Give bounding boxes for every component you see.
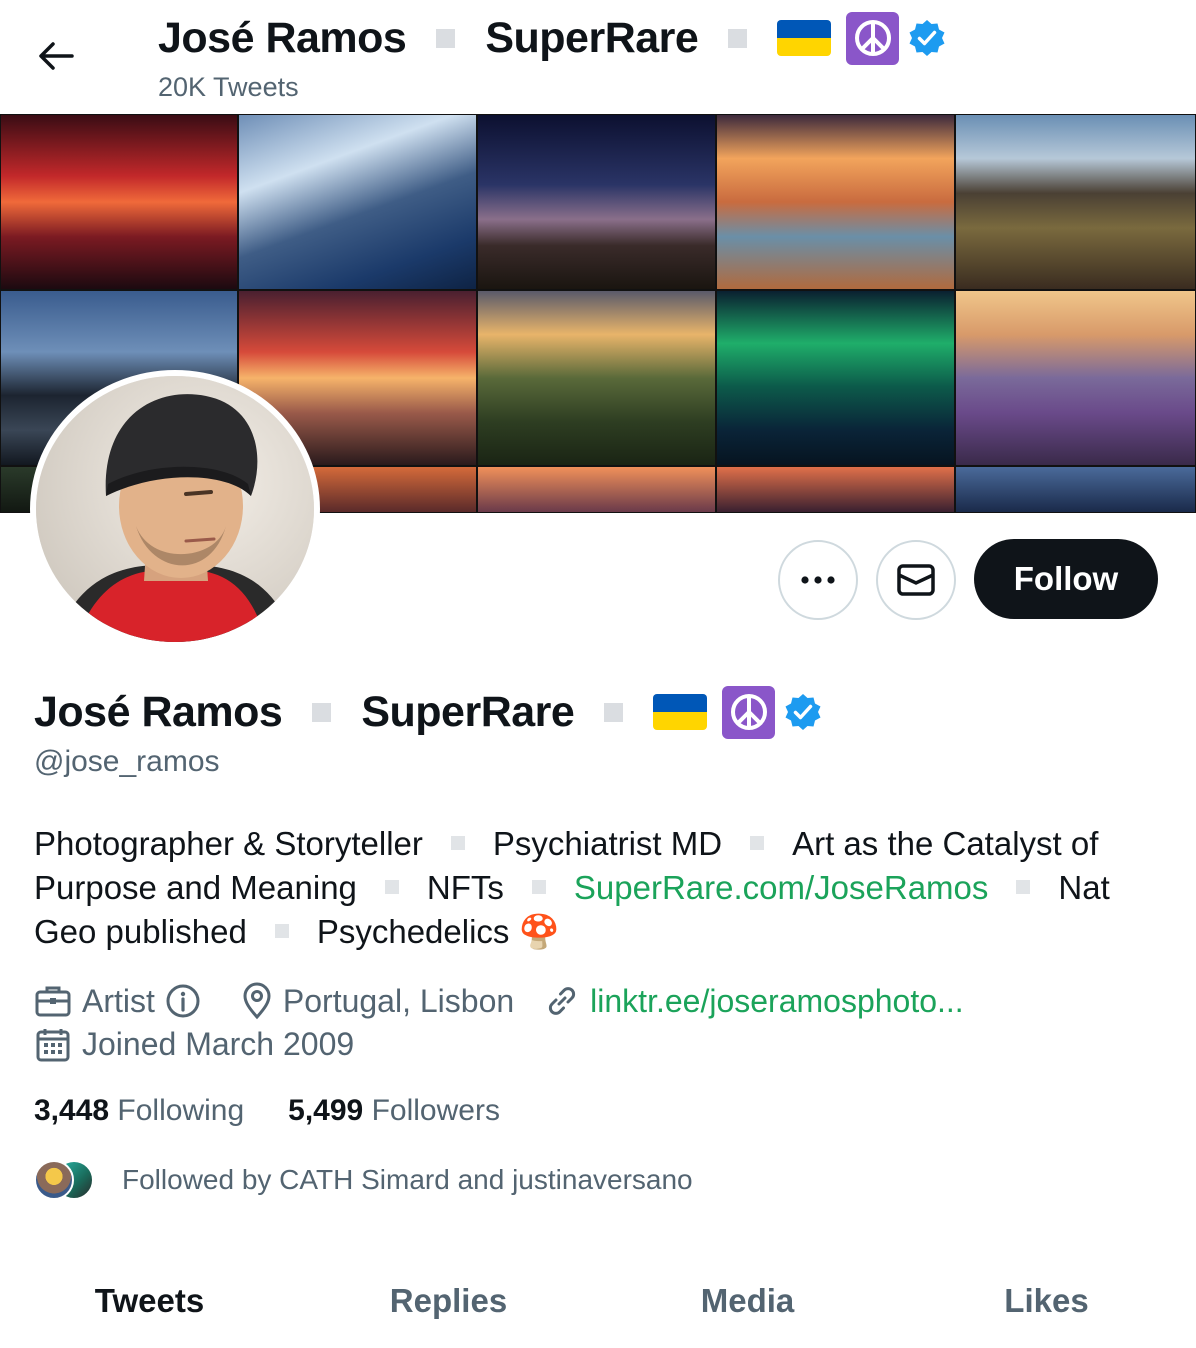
follower-avatars bbox=[34, 1160, 98, 1200]
back-arrow-icon bbox=[39, 42, 74, 70]
peace-icon bbox=[722, 685, 776, 739]
verified-badge-icon[interactable] bbox=[907, 18, 947, 58]
header-display-name: José Ramos SuperRare bbox=[158, 10, 947, 66]
following-count: 3,448 bbox=[34, 1094, 110, 1127]
separator-square bbox=[436, 28, 456, 48]
peace-icon bbox=[846, 11, 900, 65]
category-label: Artist bbox=[82, 982, 155, 1019]
profile-tabs: Tweets Replies Media Likes bbox=[0, 1260, 1196, 1348]
banner-photo-tile bbox=[955, 290, 1196, 466]
separator-square bbox=[531, 880, 546, 895]
followed-by-text: Followed by CATH Simard and justinaversa… bbox=[122, 1164, 693, 1195]
separator-square bbox=[450, 836, 465, 851]
join-date: Joined March 2009 bbox=[34, 1026, 354, 1063]
tab-tweets[interactable]: Tweets bbox=[0, 1260, 299, 1348]
ukraine-flag-icon bbox=[777, 20, 832, 56]
header-name-part2: SuperRare bbox=[485, 13, 699, 62]
message-button[interactable] bbox=[876, 540, 956, 620]
following-link[interactable]: 3,448 Following bbox=[34, 1094, 244, 1128]
banner-photo-tile bbox=[238, 114, 477, 290]
followers-label: Followers bbox=[371, 1094, 500, 1127]
followed-by-row[interactable]: Followed by CATH Simard and justinaversa… bbox=[34, 1160, 693, 1200]
message-icon bbox=[897, 564, 935, 596]
avatar bbox=[34, 1160, 74, 1200]
banner-photo-tile bbox=[716, 466, 955, 513]
info-icon[interactable] bbox=[165, 983, 201, 1019]
link-icon bbox=[549, 987, 576, 1015]
tweet-count: 20K Tweets bbox=[158, 72, 299, 102]
mushroom-emoji: 🍄 bbox=[518, 913, 560, 950]
bio-text: Psychedelics bbox=[316, 913, 510, 950]
professional-category: Artist bbox=[34, 983, 211, 1020]
location: Portugal, Lisbon bbox=[241, 982, 514, 1020]
briefcase-icon bbox=[35, 986, 71, 1017]
location-icon bbox=[243, 982, 271, 1020]
banner-photo-tile bbox=[716, 290, 955, 466]
more-options-button[interactable] bbox=[778, 540, 858, 620]
banner-photo-tile bbox=[477, 114, 716, 290]
banner-photo-tile bbox=[955, 466, 1196, 513]
separator-square bbox=[274, 924, 289, 939]
following-label: Following bbox=[117, 1094, 245, 1127]
tab-replies[interactable]: Replies bbox=[299, 1260, 598, 1348]
followers-count: 5,499 bbox=[288, 1094, 364, 1127]
calendar-icon bbox=[36, 1028, 70, 1061]
bio-text: Photographer & Storyteller bbox=[34, 825, 423, 862]
banner-photo-tile bbox=[0, 114, 238, 290]
followers-link[interactable]: 5,499 Followers bbox=[288, 1094, 500, 1128]
banner-photo-tile bbox=[477, 466, 716, 513]
website-link[interactable]: linktr.ee/joseramosphoto... bbox=[590, 983, 964, 1020]
joined-label: Joined March 2009 bbox=[82, 1026, 355, 1062]
profile-display-name: José Ramos SuperRare bbox=[34, 683, 823, 741]
more-icon bbox=[801, 576, 835, 584]
location-label: Portugal, Lisbon bbox=[282, 982, 515, 1019]
separator-square bbox=[384, 880, 399, 895]
verified-badge-icon[interactable] bbox=[783, 692, 823, 732]
profile-meta: Artist Portugal, Lisbon linktr.ee/josera… bbox=[34, 982, 994, 1020]
follow-stats: 3,448 Following 5,499 Followers bbox=[34, 1094, 544, 1128]
separator-square bbox=[728, 28, 748, 48]
profile-avatar[interactable] bbox=[30, 370, 320, 648]
profile-meta-joined: Joined March 2009 bbox=[34, 1026, 384, 1063]
header-name-part1: José Ramos bbox=[158, 13, 407, 62]
banner-photo-tile bbox=[955, 114, 1196, 290]
profile-handle: @jose_ramos bbox=[34, 745, 220, 778]
bio-text: NFTs bbox=[426, 869, 504, 906]
separator-square bbox=[312, 702, 332, 722]
name-part2: SuperRare bbox=[361, 687, 575, 736]
avatar-photo bbox=[36, 376, 314, 642]
back-button[interactable] bbox=[26, 30, 86, 82]
name-part1: José Ramos bbox=[34, 687, 283, 736]
separator-square bbox=[1016, 880, 1031, 895]
follow-button[interactable]: Follow bbox=[974, 539, 1158, 619]
bio-text: Psychiatrist MD bbox=[492, 825, 723, 862]
separator-square bbox=[750, 836, 765, 851]
banner-photo-tile bbox=[477, 290, 716, 466]
ukraine-flag-icon bbox=[653, 694, 708, 730]
bio-link[interactable]: SuperRare.com/JoseRamos bbox=[574, 869, 989, 906]
tab-media[interactable]: Media bbox=[598, 1260, 897, 1348]
website[interactable]: linktr.ee/joseramosphoto... bbox=[544, 983, 964, 1020]
profile-bio: Photographer & Storyteller Psychiatrist M… bbox=[34, 822, 1164, 954]
separator-square bbox=[604, 702, 624, 722]
profile-header-bar: José Ramos SuperRare 20K Tweets bbox=[0, 0, 1196, 114]
tab-likes[interactable]: Likes bbox=[897, 1260, 1196, 1348]
banner-photo-tile bbox=[716, 114, 955, 290]
